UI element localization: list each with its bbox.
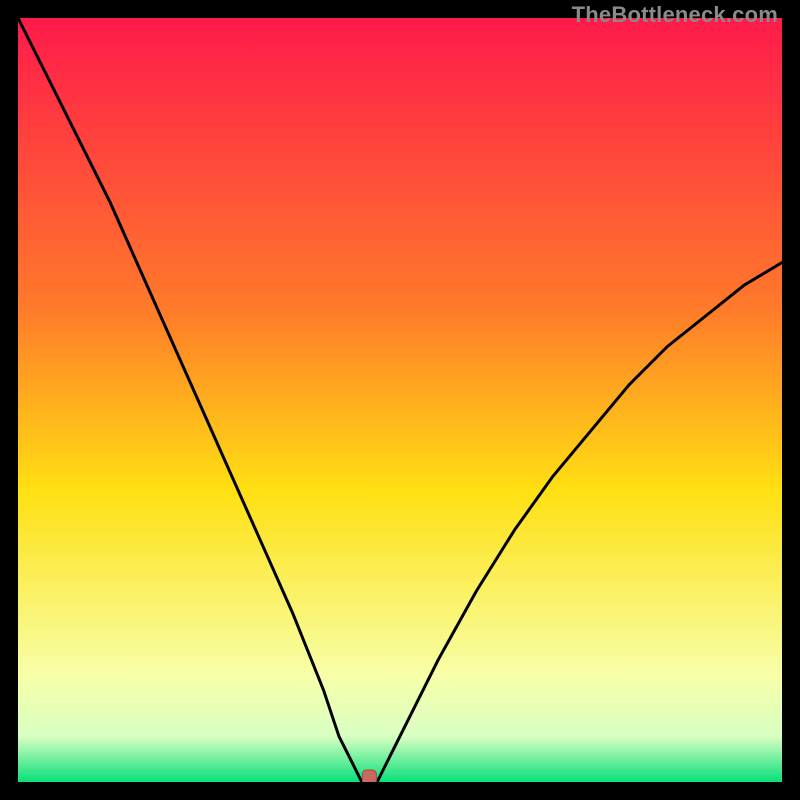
gradient-background — [18, 18, 782, 782]
chart-frame: TheBottleneck.com — [0, 0, 800, 800]
watermark-text: TheBottleneck.com — [572, 2, 778, 28]
plot-area — [18, 18, 782, 782]
optimum-marker — [362, 770, 376, 782]
chart-svg — [18, 18, 782, 782]
